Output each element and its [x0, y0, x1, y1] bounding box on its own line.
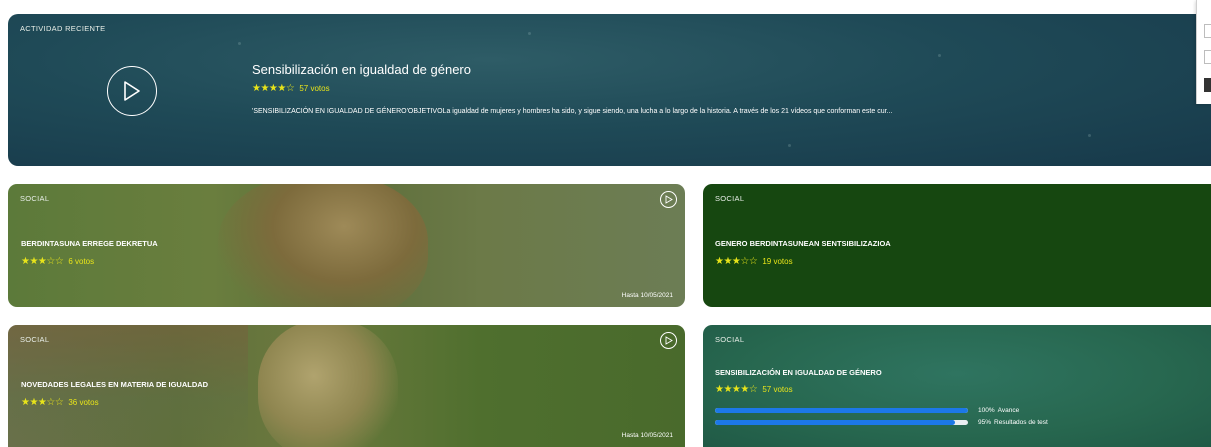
star-icon: ★★★☆☆ — [21, 256, 64, 267]
course-card[interactable]: SOCIAL GENERO BERDINTASUNEAN SENTSIBILIZ… — [703, 184, 1211, 307]
play-triangle — [124, 81, 140, 101]
course-card[interactable]: SOCIAL SENSIBILIZACIÓN EN IGUALDAD DE GÉ… — [703, 325, 1211, 447]
texture-speck — [938, 54, 941, 57]
texture-speck — [788, 144, 791, 147]
play-circle-icon[interactable] — [660, 332, 677, 349]
page: ACTIVIDAD RECIENTE Sensibilización en ig… — [0, 0, 1211, 447]
toolbar-button[interactable] — [1204, 24, 1211, 38]
course-title[interactable]: BERDINTASUNA ERREGE DEKRETUA — [21, 239, 158, 248]
category-tag: SOCIAL — [20, 335, 50, 344]
category-tag: SOCIAL — [715, 335, 745, 344]
course-title[interactable]: NOVEDADES LEGALES EN MATERIA DE IGUALDAD — [21, 380, 208, 389]
progress-track — [715, 408, 968, 413]
progress-percent: 100% — [978, 407, 995, 414]
play-circle-icon[interactable] — [107, 66, 157, 116]
star-icon: ★★★★☆ — [252, 83, 295, 94]
due-date: Hasta 10/05/2021 — [621, 292, 673, 299]
vote-count: 36 votos — [68, 398, 99, 407]
rating: ★★★☆☆ 36 votos — [21, 397, 99, 408]
toolbar-button[interactable] — [1204, 50, 1211, 64]
rating: ★★★☆☆ 6 votos — [21, 256, 94, 267]
star-icon: ★★★☆☆ — [21, 397, 64, 408]
play-circle-icon[interactable] — [660, 191, 677, 208]
course-card[interactable]: SOCIAL BERDINTASUNA ERREGE DEKRETUA ★★★☆… — [8, 184, 685, 307]
due-date: Hasta 10/05/2021 — [621, 432, 673, 439]
texture-speck — [528, 32, 531, 35]
progress-fill — [715, 408, 968, 413]
texture-speck — [1088, 134, 1091, 137]
course-title[interactable]: Sensibilización en igualdad de género — [252, 62, 471, 77]
play-triangle — [665, 336, 673, 345]
rating: ★★★★☆ 57 votos — [252, 83, 330, 94]
side-toolbar — [1196, 0, 1211, 104]
course-image-figure — [258, 325, 398, 447]
progress-avance: 100% Avance — [715, 407, 1019, 414]
star-icon: ★★★★☆ — [715, 384, 758, 395]
category-tag: SOCIAL — [20, 194, 50, 203]
course-description: 'SENSIBILIZACIÓN EN IGUALDAD DE GÉNERO'O… — [252, 108, 893, 115]
vote-count: 57 votos — [762, 385, 793, 394]
toolbar-button[interactable] — [1204, 78, 1211, 92]
progress-percent: 95% — [978, 419, 992, 426]
course-title[interactable]: SENSIBILIZACIÓN EN IGUALDAD DE GÉNERO — [715, 368, 882, 377]
rating: ★★★☆☆ 19 votos — [715, 256, 793, 267]
recent-activity-card[interactable]: ACTIVIDAD RECIENTE Sensibilización en ig… — [8, 14, 1211, 166]
vote-count: 6 votos — [68, 257, 95, 266]
section-tag: ACTIVIDAD RECIENTE — [20, 24, 106, 33]
vote-count: 57 votos — [299, 84, 330, 93]
texture-speck — [238, 42, 241, 45]
star-icon: ★★★☆☆ — [715, 256, 758, 267]
play-triangle — [665, 195, 673, 204]
course-image — [218, 184, 428, 307]
progress-track — [715, 420, 968, 425]
rating: ★★★★☆ 57 votos — [715, 384, 793, 395]
category-tag: SOCIAL — [715, 194, 745, 203]
progress-fill — [715, 420, 956, 425]
course-card[interactable]: SOCIAL NOVEDADES LEGALES EN MATERIA DE I… — [8, 325, 685, 447]
progress-label: Resultados de test — [994, 419, 1048, 426]
vote-count: 19 votos — [762, 257, 793, 266]
course-title[interactable]: GENERO BERDINTASUNEAN SENTSIBILIZAZIOA — [715, 239, 891, 248]
progress-test-results: 95% Resultados de test — [715, 419, 1048, 426]
progress-label: Avance — [997, 407, 1020, 414]
